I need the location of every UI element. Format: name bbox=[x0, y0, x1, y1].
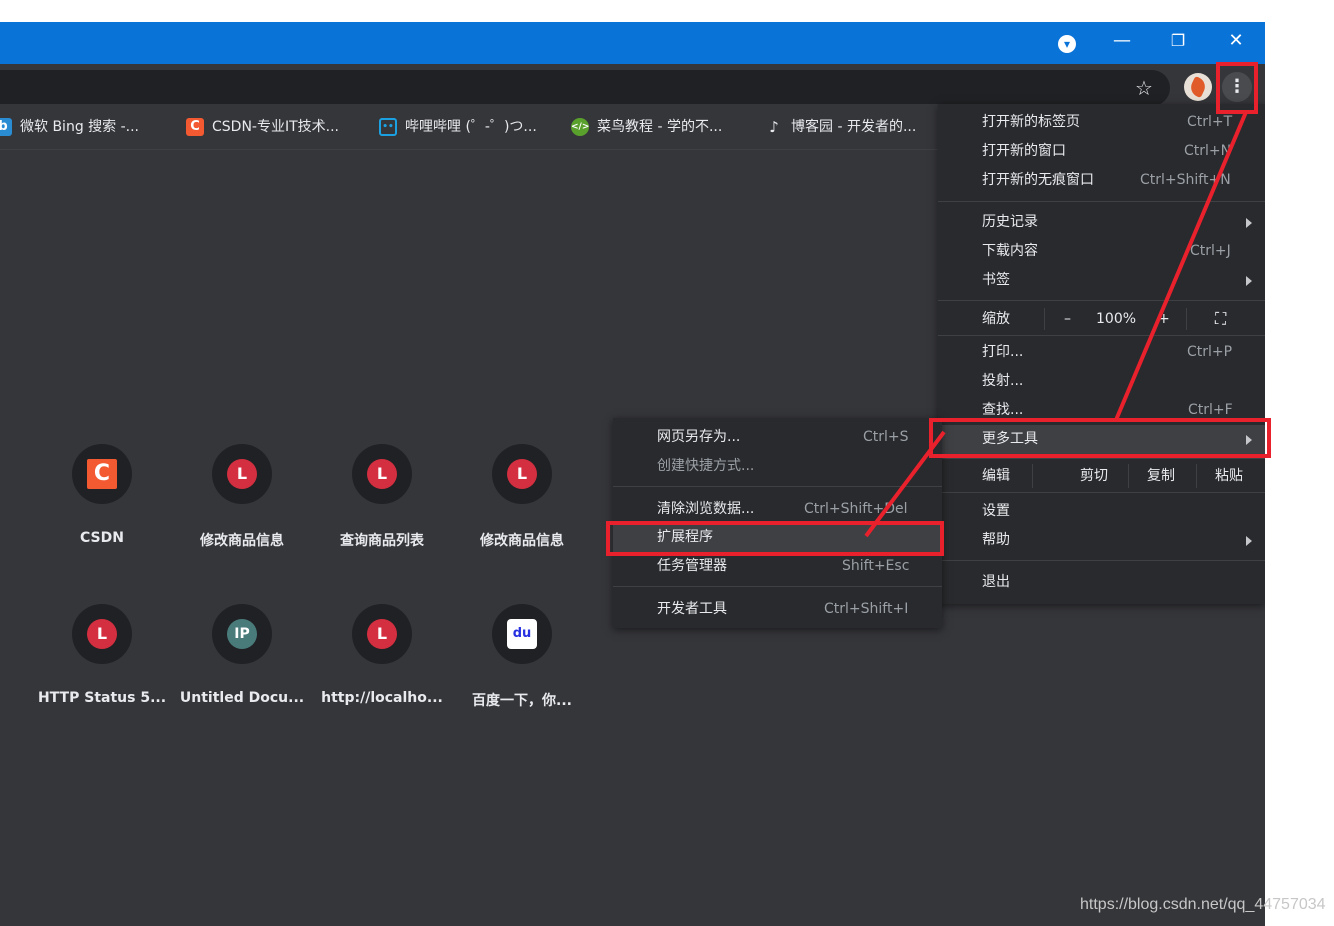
annotation-line bbox=[1114, 111, 1248, 421]
annotation-arrows bbox=[864, 111, 1248, 538]
annotation-line bbox=[864, 430, 946, 538]
watermark: https://blog.csdn.net/qq_44757034 bbox=[1080, 896, 1326, 913]
screenshot: ▾ — ❐ ✕ ☆ ⋮ b 微软 Bing 搜索 -... C CSDN-专业IT技… bbox=[0, 0, 1334, 926]
